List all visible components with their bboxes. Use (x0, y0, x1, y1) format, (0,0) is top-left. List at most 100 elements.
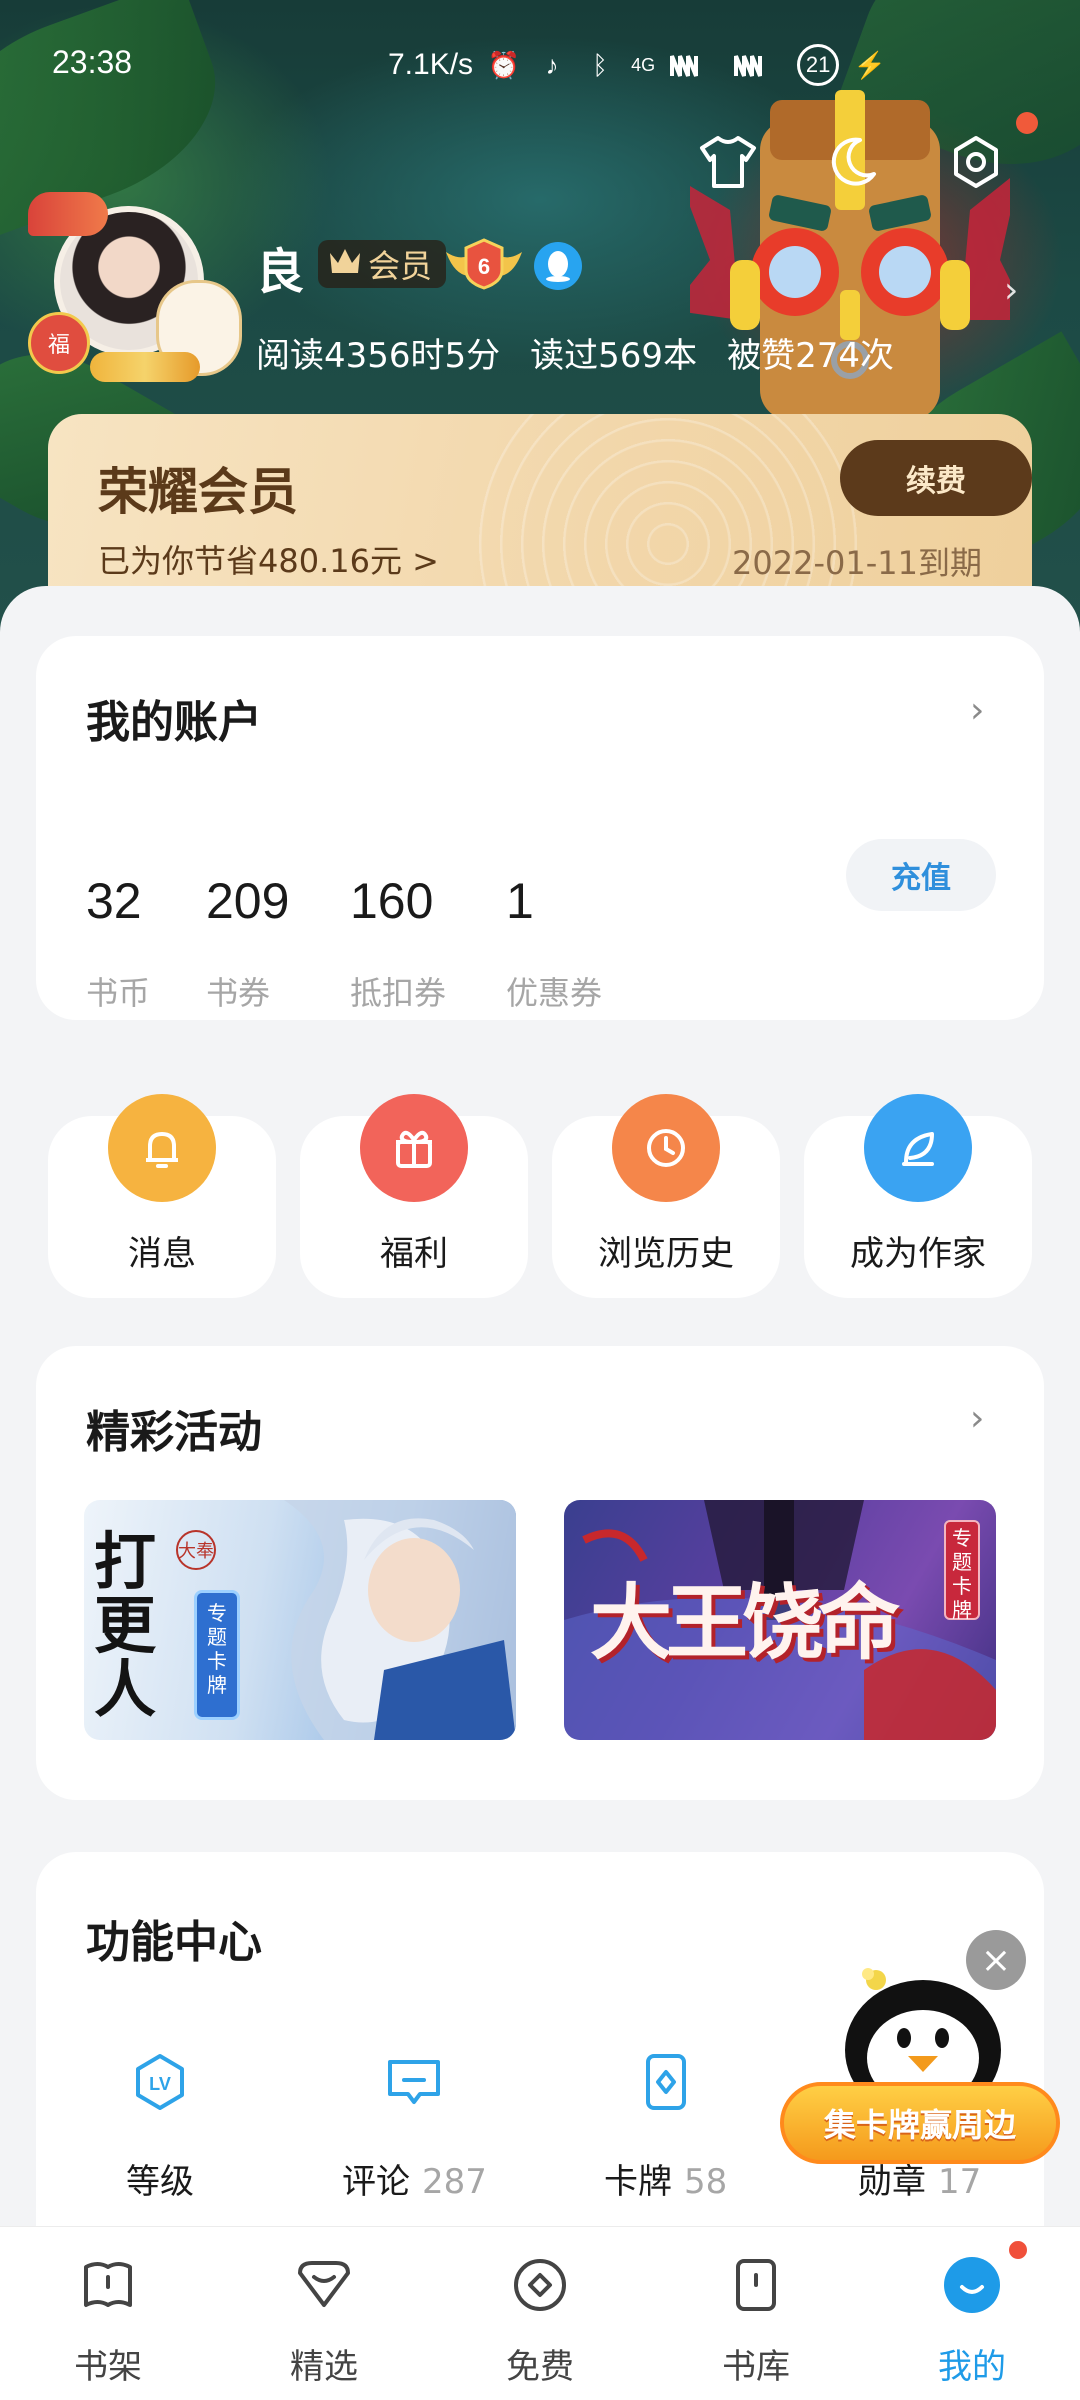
alarm-icon: ⏰ (487, 49, 521, 80)
account-title: 我的账户 (86, 697, 262, 748)
banner-tag: 专题卡牌 (944, 1520, 980, 1622)
card-icon[interactable] (634, 2050, 698, 2114)
nav-library[interactable]: 书库 (648, 2227, 864, 2400)
promo-close-button[interactable]: × (966, 1930, 1026, 1990)
feature-count: 287 (422, 2162, 487, 2202)
skin-button[interactable] (696, 130, 760, 194)
feature-label: 卡牌 (604, 2162, 672, 2202)
feature-count: 17 (938, 2162, 982, 2202)
activity-banner-dagengren[interactable]: 打更人 大奉 专题卡牌 (84, 1500, 516, 1740)
feature-level[interactable]: 等级 (126, 2154, 194, 2203)
night-mode-button[interactable] (820, 130, 884, 194)
svg-text:LV: LV (149, 2074, 171, 2094)
vip-title: 荣耀会员 (98, 463, 298, 521)
battery-icon: 21 (797, 44, 840, 86)
nav-featured[interactable]: 精选 (216, 2227, 432, 2400)
nav-bookshelf[interactable]: 书架 (0, 2227, 216, 2400)
feather-icon (864, 1094, 972, 1202)
deduction-value[interactable]: 160 (350, 872, 433, 930)
nfc-icon: ᛒ (592, 49, 608, 80)
status-time: 23:38 (52, 44, 133, 80)
banner-title: 大王饶命 (590, 1575, 900, 1671)
penguin-icon (546, 251, 570, 282)
coin-icon (514, 2259, 566, 2311)
diamond-icon (298, 2261, 350, 2307)
crown-icon (328, 245, 362, 283)
feature-label: 等级 (126, 2162, 194, 2202)
quick-action-label: 成为作家 (850, 1234, 986, 1274)
status-bar: 23:38 7.1K/s ⏰ ♪ ᛒ 4G 21 ⚡ (0, 0, 1080, 120)
collect-cards-promo-button[interactable]: 集卡牌赢周边 (780, 2082, 1060, 2164)
lucky-bag-decoration: 福 (28, 312, 90, 374)
likes-count: 被赞274次 (727, 336, 894, 376)
network-speed: 7.1K/s (388, 48, 474, 81)
feature-card[interactable]: 卡牌 58 (604, 2154, 727, 2203)
comment-icon[interactable] (382, 2050, 446, 2114)
signal-strength-icon-2 (733, 48, 783, 82)
battery-level: 21 (805, 52, 831, 77)
recharge-button[interactable]: 充值 (846, 839, 996, 911)
nav-free[interactable]: 免费 (432, 2227, 648, 2400)
nav-label: 精选 (290, 2347, 358, 2387)
moon-icon (831, 137, 876, 186)
banner-tag: 专题卡牌 (194, 1590, 240, 1720)
settings-button[interactable] (944, 130, 1008, 194)
vip-expire-date: 2022-01-11到期 (732, 544, 982, 582)
feature-count: 58 (684, 2162, 728, 2202)
coupon-label: 优惠券 (506, 974, 603, 1012)
nav-notification-dot (1006, 2238, 1030, 2262)
banner-corner-text: 大奉 (176, 1530, 216, 1570)
status-indicators: 7.1K/s ⏰ ♪ ᛒ 4G 21 ⚡ (388, 44, 887, 86)
level-icon[interactable]: LV (128, 2050, 192, 2114)
qq-badge[interactable] (534, 242, 582, 290)
vip-savings[interactable]: 已为你节省480.16元 > (98, 536, 439, 582)
avatar[interactable]: 福 (28, 192, 242, 382)
quick-action-label: 浏览历史 (598, 1234, 734, 1274)
nav-label: 书架 (74, 2347, 142, 2387)
coupon-value[interactable]: 1 (506, 872, 534, 930)
quick-action-label: 消息 (128, 1234, 196, 1274)
voucher-value[interactable]: 209 (206, 872, 289, 930)
tshirt-icon (700, 136, 756, 188)
charging-icon: ⚡ (853, 49, 887, 80)
feature-comment[interactable]: 评论 287 (342, 2154, 487, 2203)
coin-value[interactable]: 32 (86, 872, 142, 930)
books-read: 读过569本 (530, 336, 698, 376)
fish-decoration (28, 192, 108, 236)
clock-icon (612, 1094, 720, 1202)
deduction-label: 抵扣券 (350, 974, 447, 1012)
renew-button[interactable]: 续费 (840, 440, 1032, 516)
book-icon (84, 2262, 132, 2307)
activities-chevron-icon[interactable]: › (970, 1398, 984, 1439)
nav-label: 我的 (938, 2347, 1006, 2387)
reading-stats: 阅读4356时5分 读过569本 被赞274次 (256, 328, 894, 377)
signal-type: 4G (631, 54, 656, 75)
activity-banner-dawangraoming[interactable]: 大王饶命 专题卡牌 (564, 1500, 996, 1740)
activities-title: 精彩活动 (86, 1407, 262, 1458)
coin-label: 书币 (86, 974, 151, 1012)
signal-strength-icon (669, 48, 719, 82)
nav-label: 书库 (722, 2347, 790, 2387)
gift-icon (360, 1094, 468, 1202)
feature-label: 评论 (342, 2162, 410, 2202)
vip-badge[interactable]: 会员 (318, 240, 447, 288)
nav-mine[interactable]: 我的 (864, 2227, 1080, 2400)
settings-notification-dot (1016, 112, 1038, 134)
level-badge[interactable]: 6 (444, 236, 524, 292)
nav-label: 免费 (506, 2347, 574, 2387)
header-actions (696, 130, 1008, 194)
library-icon (736, 2259, 776, 2311)
music-icon: ♪ (545, 49, 559, 80)
bottom-navigation: 书架 精选 免费 书库 我的 (0, 2226, 1080, 2400)
smile-icon (944, 2257, 1000, 2313)
quick-action-label: 福利 (380, 1234, 448, 1274)
profile-chevron-icon[interactable]: › (1004, 270, 1018, 311)
vip-card[interactable]: 荣耀会员 已为你节省480.16元 > 续费 2022-01-11到期 (48, 414, 1032, 610)
bell-icon (108, 1094, 216, 1202)
vip-badge-label: 会员 (368, 247, 433, 285)
coins-decoration (90, 352, 200, 382)
account-chevron-icon[interactable]: › (970, 690, 984, 731)
read-time: 阅读4356时5分 (256, 336, 501, 376)
feature-label: 勋章 (858, 2162, 926, 2202)
user-name[interactable]: 良 (256, 232, 304, 302)
